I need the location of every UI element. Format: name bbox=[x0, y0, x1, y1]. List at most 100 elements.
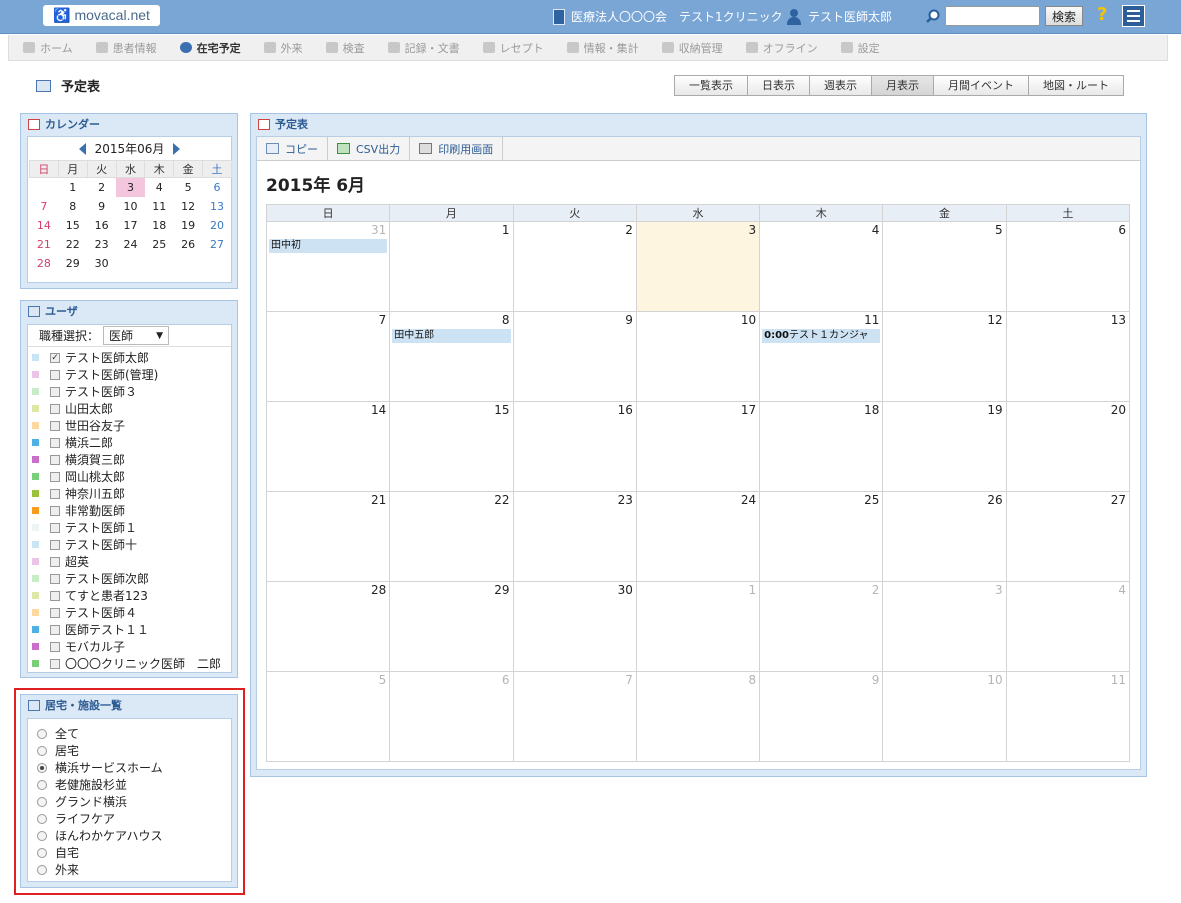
day-cell[interactable]: 7 bbox=[512, 671, 637, 762]
day-cell[interactable]: 17 bbox=[635, 401, 761, 492]
role-select[interactable]: 医師 ▼ bbox=[103, 326, 170, 345]
mini-day-cell[interactable]: 24 bbox=[116, 235, 145, 254]
user-checkbox[interactable] bbox=[50, 641, 60, 652]
user-checkbox[interactable] bbox=[50, 403, 60, 414]
mini-day-cell[interactable]: 6 bbox=[203, 178, 232, 197]
day-cell[interactable]: 3 bbox=[882, 581, 1007, 672]
user-row[interactable]: 〇〇〇クリニック医師 二郎 bbox=[28, 655, 231, 672]
user-checkbox[interactable] bbox=[50, 607, 60, 618]
nav-item-5[interactable]: 記録・文書 bbox=[387, 40, 460, 56]
mini-day-cell[interactable]: 1 bbox=[58, 178, 87, 197]
day-cell[interactable]: 22 bbox=[389, 491, 514, 582]
mini-day-cell[interactable]: 22 bbox=[58, 235, 87, 254]
user-row[interactable]: モバカル子 bbox=[28, 638, 231, 655]
facility-radio[interactable] bbox=[37, 847, 47, 858]
day-cell[interactable]: 13 bbox=[1005, 311, 1131, 402]
user-row[interactable]: 山田太郎 bbox=[28, 400, 231, 417]
mini-day-cell[interactable]: 7 bbox=[30, 197, 59, 216]
user-row[interactable]: テスト医師次郎 bbox=[28, 570, 231, 587]
prev-month-icon[interactable] bbox=[78, 142, 86, 155]
user-checkbox[interactable] bbox=[50, 573, 60, 584]
toolbar-button-0[interactable]: コピー bbox=[257, 136, 328, 161]
user-row[interactable]: 世田谷友子 bbox=[28, 417, 231, 434]
facility-option[interactable]: 居宅 bbox=[28, 742, 231, 759]
user-checkbox[interactable] bbox=[50, 420, 60, 431]
day-cell[interactable]: 14 bbox=[265, 401, 391, 492]
event-item[interactable]: 田中五郎 bbox=[392, 329, 511, 343]
mini-day-cell[interactable]: 20 bbox=[203, 216, 232, 235]
nav-item-9[interactable]: オフライン bbox=[745, 40, 818, 56]
day-cell[interactable]: 10 bbox=[882, 671, 1007, 762]
day-cell[interactable]: 24 bbox=[635, 491, 761, 582]
mini-day-cell[interactable]: 16 bbox=[87, 216, 116, 235]
user-row[interactable]: 横浜二郎 bbox=[28, 434, 231, 451]
mini-day-cell[interactable]: 11 bbox=[145, 197, 174, 216]
view-button-3[interactable]: 月表示 bbox=[871, 75, 934, 96]
user-checkbox[interactable] bbox=[50, 624, 60, 635]
facility-radio[interactable] bbox=[37, 762, 47, 773]
day-cell[interactable]: 8 bbox=[635, 671, 761, 762]
day-cell[interactable]: 1 bbox=[389, 221, 514, 312]
day-cell[interactable]: 20 bbox=[1005, 401, 1131, 492]
mini-day-cell[interactable]: 12 bbox=[174, 197, 203, 216]
facility-option[interactable]: 横浜サービスホーム bbox=[28, 759, 231, 776]
user-row[interactable]: 横須賀三郎 bbox=[28, 451, 231, 468]
day-cell[interactable]: 11 0:00テスト１カンジャ bbox=[759, 311, 884, 402]
mini-day-cell[interactable]: 4 bbox=[145, 178, 174, 197]
nav-item-4[interactable]: 検査 bbox=[325, 40, 365, 56]
day-cell[interactable]: 6 bbox=[389, 671, 514, 762]
day-cell[interactable]: 31 田中初 bbox=[265, 221, 391, 312]
mini-day-cell[interactable]: 9 bbox=[87, 197, 116, 216]
nav-item-0[interactable]: ホーム bbox=[23, 40, 73, 56]
nav-item-3[interactable]: 外来 bbox=[263, 40, 303, 56]
day-cell[interactable]: 18 bbox=[759, 401, 884, 492]
day-cell[interactable]: 2 bbox=[759, 581, 884, 672]
nav-item-6[interactable]: レセプト bbox=[482, 40, 544, 56]
facility-option[interactable]: 老健施設杉並 bbox=[28, 776, 231, 793]
mini-day-cell[interactable]: 8 bbox=[58, 197, 87, 216]
user-checkbox[interactable] bbox=[50, 471, 60, 482]
app-logo[interactable]: ♿ movacal.net bbox=[43, 5, 160, 26]
day-cell[interactable]: 9 bbox=[759, 671, 884, 762]
view-button-5[interactable]: 地図・ルート bbox=[1028, 75, 1124, 96]
mini-day-cell[interactable]: 27 bbox=[203, 235, 232, 254]
day-cell[interactable]: 10 bbox=[635, 311, 761, 402]
day-cell[interactable]: 4 bbox=[1005, 581, 1131, 672]
user-checkbox[interactable] bbox=[50, 488, 60, 499]
user-checkbox[interactable]: ✓ bbox=[50, 352, 60, 363]
mini-day-cell[interactable]: 21 bbox=[30, 235, 59, 254]
current-user[interactable]: テスト医師太郎 bbox=[786, 8, 892, 25]
day-cell[interactable]: 25 bbox=[759, 491, 884, 582]
user-row[interactable]: てすと患者123 bbox=[28, 587, 231, 604]
event-item[interactable]: 田中初 bbox=[269, 239, 388, 253]
mini-day-cell[interactable]: 18 bbox=[145, 216, 174, 235]
day-cell[interactable]: 3 bbox=[635, 221, 761, 312]
event-item[interactable]: 0:00テスト１カンジャ bbox=[762, 329, 881, 343]
user-checkbox[interactable] bbox=[50, 590, 60, 601]
facility-option[interactable]: ほんわかケアハウス bbox=[28, 827, 231, 844]
day-cell[interactable]: 1 bbox=[635, 581, 761, 672]
mini-day-cell[interactable]: 3 bbox=[116, 177, 145, 197]
view-button-4[interactable]: 月間イベント bbox=[933, 75, 1029, 96]
day-cell[interactable]: 21 bbox=[265, 491, 391, 582]
user-checkbox[interactable] bbox=[50, 437, 60, 448]
mini-day-cell[interactable]: 10 bbox=[116, 197, 145, 216]
mini-day-cell[interactable]: 25 bbox=[145, 235, 174, 254]
mini-day-cell[interactable]: 23 bbox=[87, 235, 116, 254]
day-cell[interactable]: 2 bbox=[512, 221, 637, 312]
day-cell[interactable]: 6 bbox=[1005, 221, 1131, 312]
facility-option[interactable]: 全て bbox=[28, 725, 231, 742]
mini-day-cell[interactable]: 15 bbox=[58, 216, 87, 235]
search-button[interactable]: 検索 bbox=[1045, 6, 1083, 26]
day-cell[interactable]: 12 bbox=[882, 311, 1007, 402]
view-button-0[interactable]: 一覧表示 bbox=[674, 75, 748, 96]
view-button-2[interactable]: 週表示 bbox=[809, 75, 872, 96]
day-cell[interactable]: 26 bbox=[882, 491, 1007, 582]
facility-radio[interactable] bbox=[37, 745, 47, 756]
view-button-1[interactable]: 日表示 bbox=[747, 75, 810, 96]
facility-radio[interactable] bbox=[37, 779, 47, 790]
day-cell[interactable]: 30 bbox=[512, 581, 637, 672]
user-checkbox[interactable] bbox=[50, 539, 60, 550]
facility-radio[interactable] bbox=[37, 728, 47, 739]
mini-day-cell[interactable]: 17 bbox=[116, 216, 145, 235]
